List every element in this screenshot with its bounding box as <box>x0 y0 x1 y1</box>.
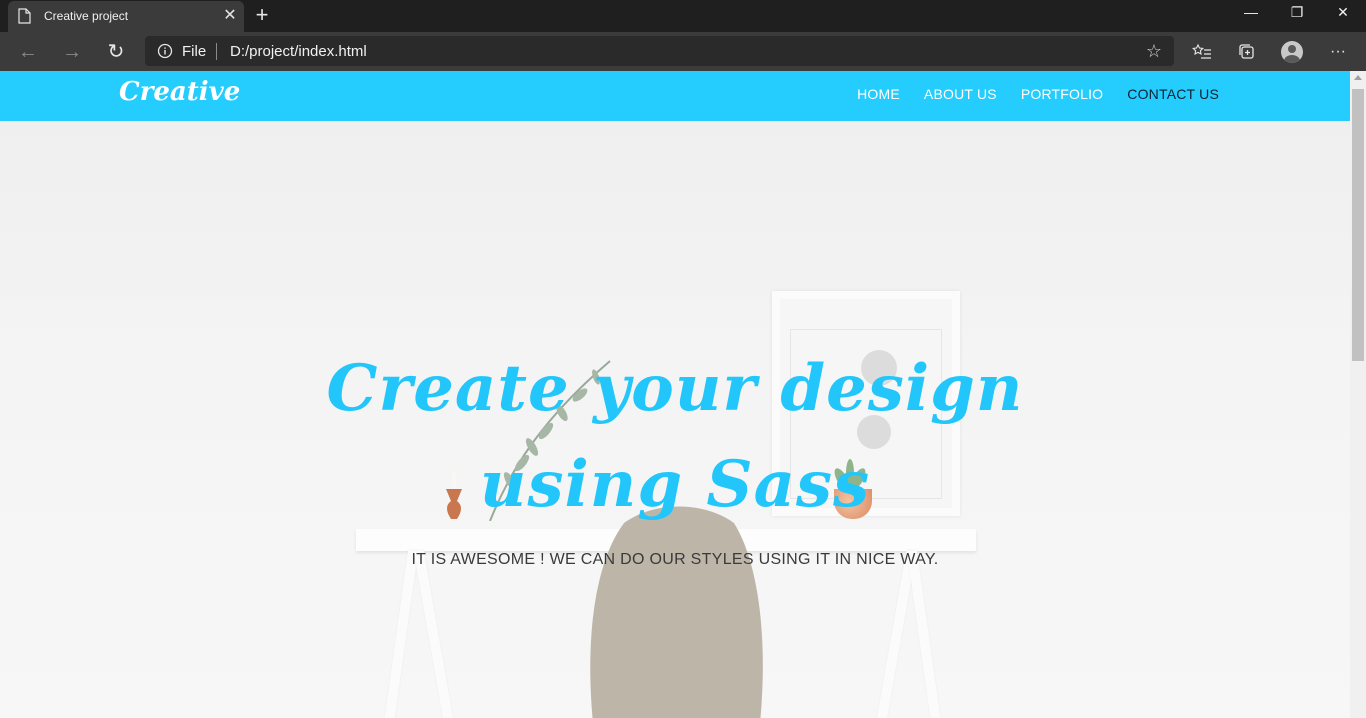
site-logo[interactable]: Creative <box>119 77 240 107</box>
nav-home[interactable]: HOME <box>857 86 900 102</box>
scheme-label: File <box>182 43 207 60</box>
star-icon[interactable]: ☆ <box>1144 41 1164 61</box>
favorites-icon[interactable] <box>1190 40 1214 64</box>
site-navbar: Creative HOME ABOUT US PORTFOLIO CONTACT… <box>0 71 1350 121</box>
nav-about-us[interactable]: ABOUT US <box>924 86 997 102</box>
page-scrollbar[interactable] <box>1350 71 1366 718</box>
address-divider <box>216 43 217 60</box>
collections-icon[interactable] <box>1235 40 1259 64</box>
close-tab-icon[interactable]: ✕ <box>222 8 238 24</box>
minimize-icon[interactable]: — <box>1228 0 1274 30</box>
scroll-up-icon[interactable] <box>1354 75 1362 80</box>
nav-portfolio[interactable]: PORTFOLIO <box>1021 86 1103 102</box>
tab-strip: Creative project ✕ + — ❐ ✕ <box>0 0 1366 32</box>
page-icon <box>18 8 31 24</box>
browser-tab[interactable]: Creative project ✕ <box>8 1 244 32</box>
close-window-icon[interactable]: ✕ <box>1320 0 1366 30</box>
headline-line-2: using Sass <box>479 447 871 522</box>
avatar <box>1281 41 1303 63</box>
chair-image <box>590 506 763 718</box>
hero-section: Create your design using Sass IT IS AWES… <box>0 121 1350 718</box>
info-icon[interactable] <box>157 43 173 59</box>
forward-icon[interactable]: → <box>58 38 86 66</box>
address-bar[interactable]: File D:/project/index.html ☆ <box>145 36 1174 66</box>
page-viewport: Creative HOME ABOUT US PORTFOLIO CONTACT… <box>0 71 1366 718</box>
browser-toolbar: ← → ↻ File D:/project/index.html ☆ ··· <box>0 32 1366 71</box>
tab-title: Creative project <box>44 9 129 23</box>
main-nav: HOME ABOUT US PORTFOLIO CONTACT US <box>857 86 1219 102</box>
restore-icon[interactable]: ❐ <box>1274 0 1320 30</box>
more-icon[interactable]: ··· <box>1326 40 1350 64</box>
hero-tagline: IT IS AWESOME ! WE CAN DO OUR STYLES USI… <box>411 551 939 568</box>
headline-line-1: Create your design <box>326 351 1024 426</box>
refresh-icon[interactable]: ↻ <box>102 38 130 66</box>
profile-icon[interactable] <box>1280 40 1304 64</box>
url-text[interactable]: D:/project/index.html <box>230 43 367 60</box>
hero-headline: Create your design using Sass <box>0 341 1350 533</box>
plus-icon[interactable]: + <box>250 4 274 28</box>
scroll-thumb[interactable] <box>1352 89 1364 361</box>
back-icon[interactable]: ← <box>14 38 42 66</box>
nav-contact-us[interactable]: CONTACT US <box>1127 86 1219 102</box>
